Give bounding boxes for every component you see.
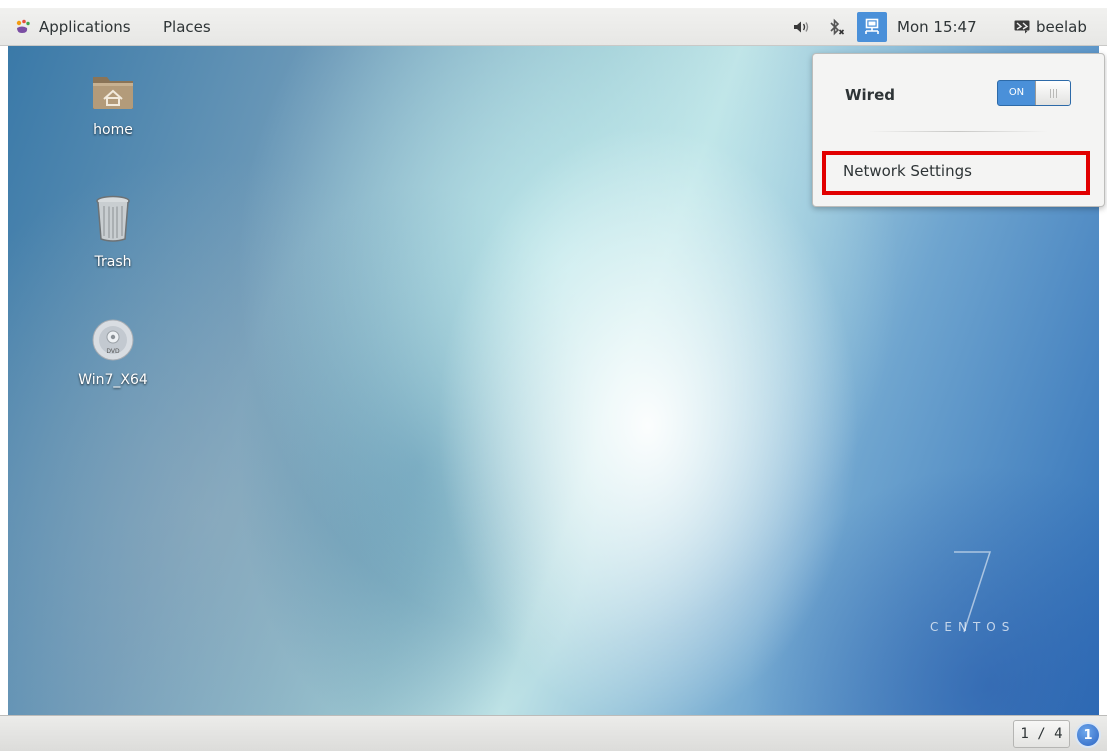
desktop-icon-home[interactable]: home [63,72,163,138]
home-folder-icon [90,72,136,116]
centos-watermark: CENTOS [930,620,1016,634]
clock[interactable]: Mon 15:47 [897,8,977,45]
applications-label: Applications [39,17,131,36]
places-label: Places [163,17,211,36]
toggle-on-label: ON [1008,87,1025,98]
user-session-icon [1014,20,1030,34]
notification-count: 1 [1083,727,1093,743]
wired-label: Wired [845,86,895,104]
desktop-icon-dvd[interactable]: DVD Win7_X64 [63,318,163,388]
highlight-box [822,151,1090,195]
workspace-switcher[interactable]: 1 / 4 [1013,720,1070,748]
svg-text:DVD: DVD [106,348,120,355]
desktop-icon-trash-label: Trash [94,254,132,270]
bluetooth-disabled-icon[interactable] [826,8,846,45]
wired-network-icon[interactable] [857,12,887,42]
clock-label: Mon 15:47 [897,17,977,36]
applications-menu[interactable]: Applications [14,8,131,45]
menu-separator [868,131,1048,132]
desktop-icon-dvd-label: Win7_X64 [78,372,148,388]
volume-icon[interactable] [793,8,811,45]
desktop-icon-home-label: home [93,122,133,138]
wired-toggle[interactable]: ON [997,80,1071,106]
dvd-icon: DVD [91,318,135,366]
places-menu[interactable]: Places [163,8,211,45]
top-panel: Applications Places Mon 15:47 beelab [0,8,1107,46]
trash-icon [94,194,132,248]
screen: Applications Places Mon 15:47 beelab hom… [0,0,1107,751]
gnome-foot-icon [14,19,32,35]
notification-icon[interactable]: 1 [1075,722,1101,748]
toggle-knob[interactable] [1035,81,1070,105]
desktop-icon-trash[interactable]: Trash [63,194,163,270]
user-name: beelab [1036,17,1087,36]
bottom-panel: 1 / 4 1 [0,715,1107,751]
user-menu[interactable]: beelab [1014,8,1087,45]
